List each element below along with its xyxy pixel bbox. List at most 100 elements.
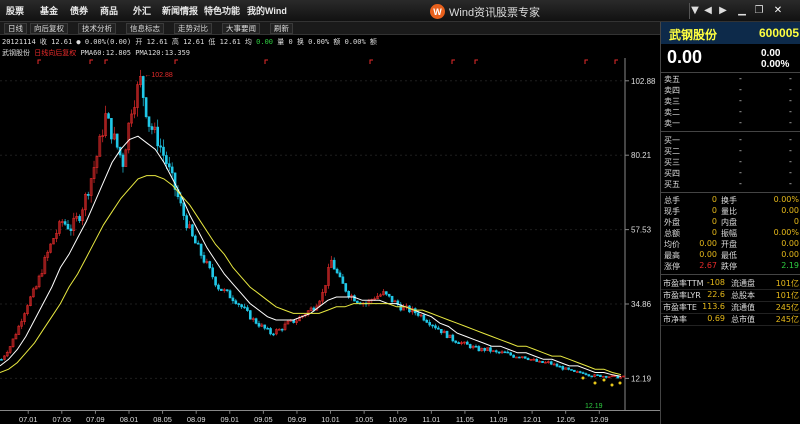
- candle-body: [66, 223, 70, 230]
- candle-body: [347, 291, 350, 298]
- close-icon[interactable]: ✕: [771, 4, 785, 18]
- minimize-icon[interactable]: ▁: [735, 4, 749, 18]
- candle-body: [567, 367, 570, 370]
- candle-body: [604, 375, 608, 378]
- menu-commodities[interactable]: 商品: [100, 4, 118, 17]
- ask-price: -: [739, 107, 742, 116]
- event-dot-icon: [618, 381, 622, 385]
- candle-body: [431, 324, 434, 327]
- last-price: 0.00: [667, 47, 703, 67]
- candle-body: [344, 283, 348, 292]
- stat-label: 最低: [721, 251, 737, 260]
- menu-news[interactable]: 新闻情报: [162, 4, 198, 17]
- x-axis: 07.01 07.05 07.09 08.01 08.05 08.09 09.01 09.05…: [0, 410, 660, 424]
- fundamental-label: 流通值: [731, 303, 755, 312]
- quote-panel: 武钢股份 600005 0.00 0.00 0.00% 卖五 - - 卖四 - …: [660, 22, 800, 424]
- candle-body: [338, 272, 342, 278]
- fundamental-value: -108: [706, 278, 725, 287]
- ask-volume: -: [789, 96, 792, 105]
- max-price-label: ←102.88: [144, 72, 173, 79]
- x-tick-label: 11.09: [490, 415, 508, 424]
- ask-volume: -: [789, 74, 792, 83]
- candle-body: [263, 324, 267, 329]
- stat-value: 0: [793, 217, 799, 226]
- fundamental-label: 总市值: [731, 315, 755, 324]
- info-marker-button[interactable]: 信息标志: [126, 23, 164, 34]
- bid-price: -: [739, 179, 742, 188]
- menu-funds[interactable]: 基金: [40, 4, 58, 17]
- bid-label: 买一: [664, 136, 680, 145]
- info-marker-icon: [369, 59, 373, 64]
- candle-body: [445, 330, 449, 338]
- adjust-button[interactable]: 向后复权: [30, 23, 68, 34]
- candle-body: [107, 113, 110, 119]
- menu-features[interactable]: 特色功能: [204, 4, 240, 17]
- indicator-ma-values: PMA60:12.805 PMA120:13.359: [80, 49, 191, 57]
- candle-body: [165, 155, 168, 165]
- chevron-down-icon[interactable]: ▼: [688, 4, 702, 18]
- candle-body: [526, 358, 530, 361]
- indicator-tag: 日线向后复权: [34, 49, 77, 57]
- arrow-left-icon[interactable]: ◀: [701, 4, 715, 18]
- candle-body: [237, 303, 241, 305]
- candle-body: [211, 267, 214, 278]
- fundamental-label: 市净率: [663, 315, 687, 324]
- event-dot-icon: [602, 378, 606, 382]
- candle-body: [457, 342, 460, 345]
- stat-value: 2.19: [781, 261, 799, 270]
- menu-stocks[interactable]: 股票: [6, 4, 24, 17]
- candle-body: [63, 221, 67, 225]
- fundamental-label: 市盈率TE: [663, 303, 697, 312]
- major-news-button[interactable]: 大事要闻: [222, 23, 260, 34]
- info-marker-icon: [614, 59, 618, 64]
- period-button[interactable]: 日线: [4, 23, 27, 34]
- ask-price: -: [739, 74, 742, 83]
- menu-forex[interactable]: 外汇: [133, 4, 151, 17]
- candle-body: [578, 371, 582, 373]
- quote-info-line: 20121114 收 12.61 ● 0.00%(0.00) 开 12.61 高…: [2, 37, 377, 47]
- candle-body: [341, 276, 345, 284]
- ask-volume: -: [789, 107, 792, 116]
- ask-row: 卖五 - -: [661, 74, 800, 85]
- technical-analysis-button[interactable]: 技术分析: [78, 23, 116, 34]
- x-tick-label: 11.01: [422, 415, 440, 424]
- candle-body: [465, 341, 469, 345]
- stat-label: 开盘: [721, 240, 737, 249]
- compare-button[interactable]: 走势对比: [174, 23, 212, 34]
- candle-body: [162, 146, 165, 156]
- candle-body: [549, 361, 553, 365]
- candle-body: [199, 243, 203, 256]
- refresh-button[interactable]: 刷新: [270, 23, 293, 34]
- candle-body: [243, 306, 246, 309]
- ask-price: -: [739, 96, 742, 105]
- candle-body: [246, 307, 249, 311]
- fundamental-label: 市盈率LYR: [663, 291, 701, 300]
- stat-label: 换手: [721, 196, 737, 205]
- stat-value: 0.00: [781, 239, 799, 248]
- ask-label: 卖一: [664, 119, 680, 128]
- candle-body: [356, 300, 359, 304]
- stat-row: 外盘 0 内盘 0: [661, 217, 800, 228]
- divider: [661, 72, 800, 73]
- x-tick-label: 12.09: [590, 415, 609, 424]
- y-tick-label: 102.88: [631, 77, 656, 86]
- divider: [661, 192, 800, 193]
- candle-body: [494, 350, 498, 353]
- kline-chart[interactable]: 102.88 80.21 57.53 34.86 12.19 ←102.88 12.19: [0, 58, 660, 410]
- fundamental-row: 市净率 0.69 总市值 245亿: [661, 314, 800, 326]
- menu-bonds[interactable]: 债券: [70, 4, 88, 17]
- stat-label: 涨停: [664, 262, 680, 271]
- menu-my-wind[interactable]: 我的Wind: [247, 4, 287, 17]
- restore-icon[interactable]: ❐: [752, 4, 766, 18]
- bid-price: -: [739, 135, 742, 144]
- candle-body: [437, 327, 440, 330]
- app-title: Wind资讯股票专家: [449, 6, 541, 19]
- bid-price: -: [739, 146, 742, 155]
- stat-row: 总额 0 振幅 0.00%: [661, 228, 800, 239]
- fundamental-value: 101亿: [775, 279, 799, 288]
- event-dot-icon: [593, 381, 597, 385]
- candle-body: [422, 314, 426, 321]
- bid-row: 买一 - -: [661, 135, 800, 146]
- arrow-right-icon[interactable]: ▶: [716, 4, 730, 18]
- bid-row: 买三 - -: [661, 157, 800, 168]
